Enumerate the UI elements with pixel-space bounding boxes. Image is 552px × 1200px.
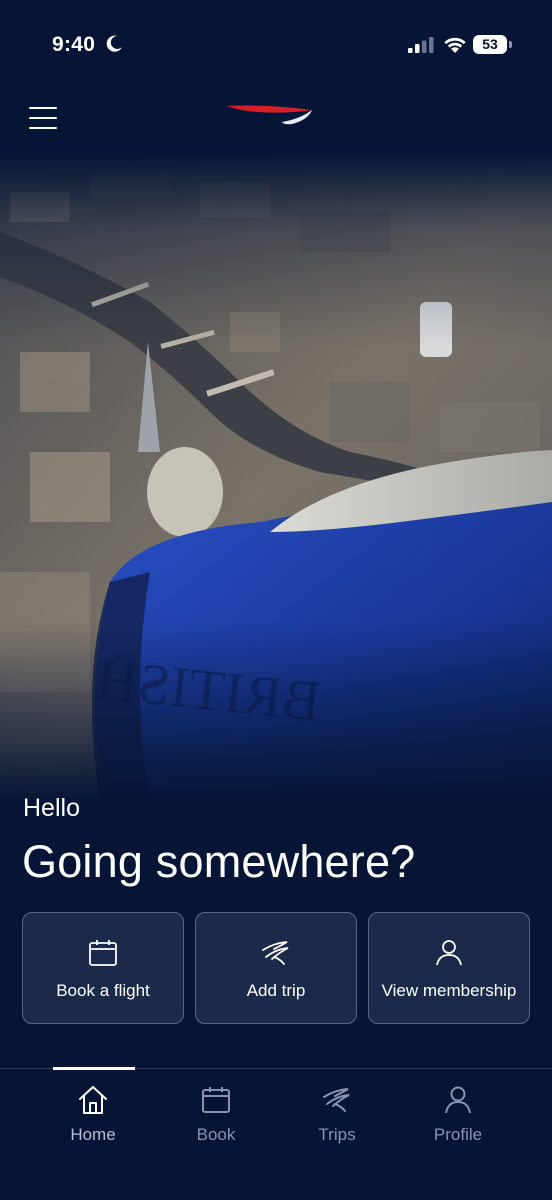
hero-london-aerial-illustration: BRITISH — [0, 152, 552, 802]
add-trip-button[interactable]: Add trip — [195, 912, 357, 1024]
bottom-tab-bar: Home Book Trips Profile — [0, 1067, 552, 1200]
greeting-headline: Going somewhere? — [22, 836, 416, 887]
cellular-signal-icon — [408, 37, 434, 53]
active-tab-indicator — [53, 1067, 135, 1070]
british-airways-speedmarque-logo — [227, 105, 312, 125]
hamburger-menu-icon[interactable] — [24, 102, 64, 134]
status-time: 9:40 — [52, 33, 96, 56]
calendar-icon — [89, 940, 117, 966]
view-membership-label: View membership — [381, 981, 517, 1000]
status-bar: 9:40 53 — [0, 0, 552, 90]
battery-icon: 53 — [473, 35, 507, 54]
moon-icon — [106, 35, 122, 52]
tab-book-label: Book — [196, 1125, 236, 1144]
add-trip-label: Add trip — [246, 981, 306, 1000]
hero-image: BRITISH — [0, 152, 552, 802]
tab-trips-label: Trips — [318, 1125, 356, 1144]
tab-home-label: Home — [70, 1125, 116, 1144]
app-header — [0, 90, 552, 152]
quick-actions: Book a flight Add trip View membership — [22, 912, 530, 1024]
tab-book[interactable]: Book — [161, 1081, 271, 1161]
greeting-hello: Hello — [23, 794, 80, 822]
tab-profile-label: Profile — [433, 1125, 483, 1144]
calendar-icon — [202, 1087, 230, 1113]
battery-tip — [509, 41, 512, 48]
tab-trips[interactable]: Trips — [282, 1081, 392, 1161]
view-membership-button[interactable]: View membership — [368, 912, 530, 1024]
book-a-flight-button[interactable]: Book a flight — [22, 912, 184, 1024]
tab-profile[interactable]: Profile — [403, 1081, 513, 1161]
plane-trip-icon — [262, 941, 289, 965]
book-a-flight-label: Book a flight — [56, 981, 150, 1000]
tab-home[interactable]: Home — [38, 1081, 148, 1161]
plane-trip-icon — [323, 1088, 350, 1112]
wifi-icon — [444, 37, 466, 53]
person-icon — [436, 940, 462, 966]
home-icon — [79, 1086, 107, 1114]
person-icon — [445, 1086, 471, 1114]
